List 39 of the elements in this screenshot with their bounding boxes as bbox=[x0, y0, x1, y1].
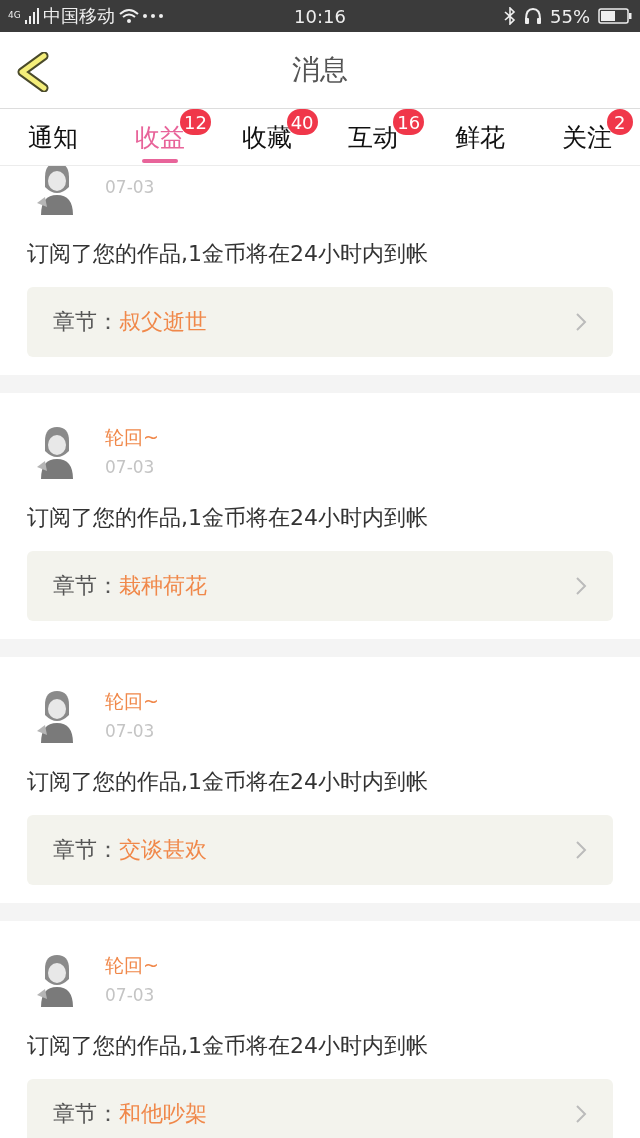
battery-percent: 55% bbox=[550, 5, 590, 27]
chapter-label: 章节： bbox=[53, 836, 119, 864]
chapter-label: 章节： bbox=[53, 1100, 119, 1128]
chapter-title: 叔父逝世 bbox=[119, 308, 208, 336]
chapter-link[interactable]: 章节：交谈甚欢 bbox=[27, 815, 613, 885]
message-text: 订阅了您的作品,1金币将在24小时内到帐 bbox=[27, 1032, 429, 1060]
chapter-link[interactable]: 章节：叔父逝世 bbox=[27, 287, 613, 357]
message-text: 订阅了您的作品,1金币将在24小时内到帐 bbox=[27, 240, 429, 268]
battery-icon bbox=[598, 8, 632, 24]
tab[interactable]: 鲜花 bbox=[426, 109, 534, 165]
headphones-icon bbox=[524, 7, 542, 25]
message-text: 订阅了您的作品,1金币将在24小时内到帐 bbox=[27, 504, 429, 532]
chapter-link[interactable]: 章节：栽种荷花 bbox=[27, 551, 613, 621]
message-date: 07-03 bbox=[105, 721, 156, 741]
bluetooth-icon bbox=[504, 7, 516, 25]
chevron-right-icon bbox=[575, 312, 587, 332]
page-title: 消息 bbox=[292, 52, 348, 88]
chapter-title: 栽种荷花 bbox=[119, 572, 208, 600]
chevron-right-icon bbox=[575, 1104, 587, 1124]
chevron-right-icon bbox=[575, 840, 587, 860]
chapter-link[interactable]: 章节：和他吵架 bbox=[27, 1079, 613, 1138]
back-icon[interactable] bbox=[16, 52, 50, 92]
signal-icon bbox=[24, 8, 39, 24]
message-date: 07-03 bbox=[105, 985, 156, 1005]
message-date: 07-03 bbox=[105, 177, 155, 197]
count-badge: 12 bbox=[180, 109, 211, 135]
wifi-icon bbox=[118, 8, 139, 24]
message-text: 订阅了您的作品,1金币将在24小时内到帐 bbox=[27, 768, 429, 796]
network-type: 4G bbox=[8, 10, 21, 20]
message-date: 07-03 bbox=[105, 457, 156, 477]
chapter-title: 交谈甚欢 bbox=[119, 836, 208, 864]
carrier-name: 中国移动 bbox=[42, 4, 115, 28]
tab[interactable]: 通知 bbox=[0, 109, 107, 165]
chapter-title: 和他吵架 bbox=[119, 1100, 208, 1128]
chapter-label: 章节： bbox=[53, 572, 119, 600]
status-time: 10:16 bbox=[294, 5, 346, 27]
chevron-right-icon bbox=[575, 576, 587, 596]
chapter-label: 章节： bbox=[53, 308, 119, 336]
more-icon bbox=[142, 14, 163, 18]
